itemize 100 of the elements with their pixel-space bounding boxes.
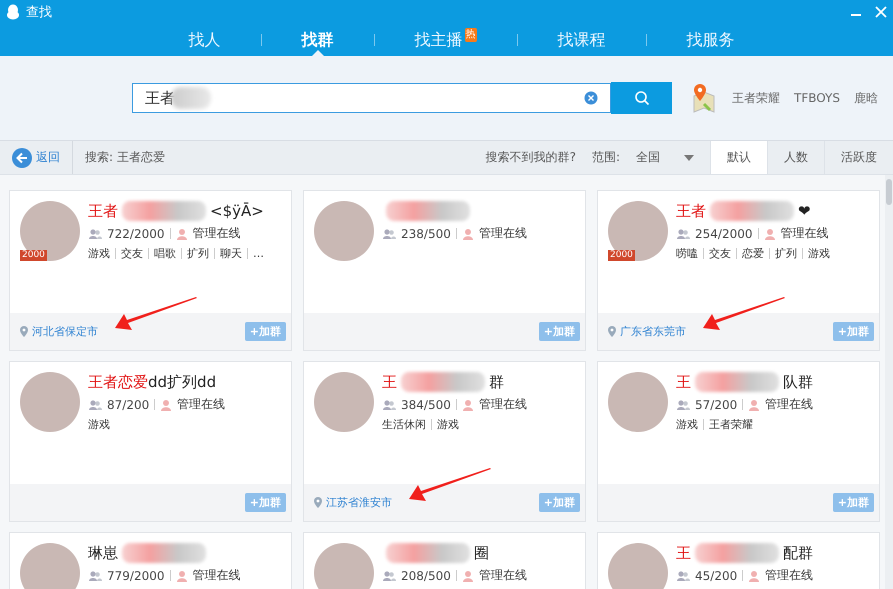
group-card[interactable]: 2000 王者 <$ÿĀ> 722/2000 管理在线 游戏 交友 唱歌 扩列 聊天 … 河北省保定市 +加群 (9, 190, 292, 351)
tag-label: 聊天 (220, 246, 242, 261)
group-card[interactable]: 238/500 管理在线 +加群 (303, 190, 586, 351)
member-count: 779/2000 (107, 568, 164, 582)
search-field[interactable]: 王者 (132, 83, 611, 113)
tag-label: 生活休闲 (382, 417, 426, 432)
tag-label: 扩列 (187, 246, 209, 261)
tag-label: 交友 (709, 246, 731, 261)
range-label: 范围: (592, 149, 620, 166)
search-query-label: 搜索: 王者恋爱 (85, 149, 165, 166)
members-icon (676, 570, 690, 582)
tag-label: 交友 (121, 246, 143, 261)
avatar-photo (314, 543, 374, 589)
member-count: 384/500 (401, 398, 451, 412)
group-card[interactable]: 王 队群 57/200 管理在线 游戏 王者荣耀 +加群 (597, 361, 880, 522)
nav-tab[interactable]: 找服务 (686, 24, 734, 56)
nav-tab[interactable]: 找课程 (558, 24, 606, 56)
tag-label: 唠嗑 (676, 246, 698, 261)
hot-word-link[interactable]: 鹿晗 (854, 90, 878, 106)
clear-icon (584, 91, 598, 105)
group-card[interactable]: 王 配群 45/200 管理在线 (597, 532, 880, 589)
minimize-icon (851, 14, 861, 16)
level-badge: 2000 (608, 250, 635, 261)
group-card[interactable]: 琳崽 779/2000 管理在线 (9, 532, 292, 589)
group-name-highlight: 王者 (88, 201, 118, 221)
sort-tab[interactable]: 人数 (767, 141, 824, 174)
group-name: 琳崽 (88, 543, 118, 563)
member-count: 238/500 (401, 226, 451, 240)
penguin-icon (6, 4, 20, 20)
group-card[interactable]: 圈 208/500 管理在线 (303, 532, 586, 589)
tag-label: 游戏 (88, 417, 110, 432)
member-count: 722/2000 (107, 226, 164, 240)
admin-status: 管理在线 (478, 567, 527, 584)
member-count: 45/200 (695, 568, 738, 582)
group-name: 圈 (474, 543, 489, 563)
avatar-photo (608, 543, 668, 589)
nav-tab[interactable]: 找人 (188, 24, 220, 56)
group-name: 队群 (783, 372, 813, 392)
help-link[interactable]: 搜索不到我的群? (486, 149, 576, 166)
members-icon (382, 228, 396, 240)
hot-word-link[interactable]: TFBOYS (794, 91, 840, 105)
hot-badge: 热 (464, 28, 476, 42)
tag-label: 游戏 (808, 246, 830, 261)
members-icon (88, 228, 102, 240)
admin-status: 管理在线 (780, 225, 828, 242)
tag-label: 恋爱 (742, 246, 764, 261)
location-link[interactable]: 河北省保定市 (32, 324, 98, 339)
tag-label: 游戏 (676, 417, 698, 432)
search-icon (634, 90, 650, 106)
admin-status: 管理在线 (177, 396, 226, 413)
location-pin-icon (608, 326, 616, 337)
person-icon (176, 570, 188, 582)
group-card[interactable]: 王 群 384/500 管理在线 生活休闲 游戏 江苏省淮安市 +加群 (303, 361, 586, 522)
person-icon (748, 398, 760, 410)
hot-word-link[interactable]: 王者荣耀 (732, 90, 780, 106)
group-name-highlight: 王者恋爱 (88, 372, 148, 392)
scrollbar-thumb[interactable] (886, 179, 892, 205)
group-name-highlight: 王 (676, 372, 691, 392)
group-name-highlight: 王 (676, 543, 691, 563)
back-button[interactable]: 返回 (12, 148, 60, 168)
admin-status: 管理在线 (192, 567, 240, 584)
person-icon (462, 398, 474, 410)
location-link[interactable]: 广东省东莞市 (620, 324, 686, 339)
admin-status: 管理在线 (478, 225, 527, 242)
group-name: 配群 (783, 543, 813, 563)
person-icon (764, 228, 776, 240)
admin-status: 管理在线 (192, 225, 240, 242)
close-icon (875, 6, 887, 18)
range-dropdown[interactable]: 全国 (636, 149, 694, 166)
person-icon (462, 228, 474, 240)
member-count: 87/200 (107, 398, 150, 412)
group-name-highlight: 王者 (676, 201, 706, 221)
dropdown-caret-icon (684, 154, 694, 160)
member-count: 254/2000 (695, 226, 752, 240)
sort-tab[interactable]: 活跃度 (824, 141, 893, 174)
group-card[interactable]: 2000 王者 ❤ 254/2000 管理在线 唠嗑 交友 恋爱 扩列 游戏 广东省东莞市 +加群 (597, 190, 880, 351)
group-name: 群 (489, 372, 504, 392)
search-button[interactable] (611, 82, 672, 114)
person-icon (462, 570, 474, 582)
sort-tab[interactable]: 默认 (710, 141, 767, 174)
members-icon (382, 570, 396, 582)
group-card[interactable]: 王者恋爱dd扩列dd 87/200 管理在线 游戏 +加群 (9, 361, 292, 522)
group-name-highlight: 王 (382, 372, 397, 392)
member-count: 208/500 (401, 568, 451, 582)
tag-label: 游戏 (88, 246, 110, 261)
admin-status: 管理在线 (765, 396, 814, 413)
members-icon (88, 570, 102, 582)
members-icon (382, 398, 396, 410)
tag-label: 游戏 (437, 417, 459, 432)
members-icon (88, 398, 102, 410)
tag-label: 扩列 (775, 246, 797, 261)
tag-label: 王者荣耀 (709, 417, 753, 432)
members-icon (676, 228, 690, 240)
tag-label: 唱歌 (154, 246, 176, 261)
location-pin-icon (20, 326, 28, 337)
members-icon (676, 398, 690, 410)
person-icon (160, 398, 172, 410)
location-link[interactable]: 江苏省淮安市 (326, 495, 392, 510)
group-name: dd扩列dd (148, 372, 216, 392)
admin-status: 管理在线 (765, 567, 814, 584)
